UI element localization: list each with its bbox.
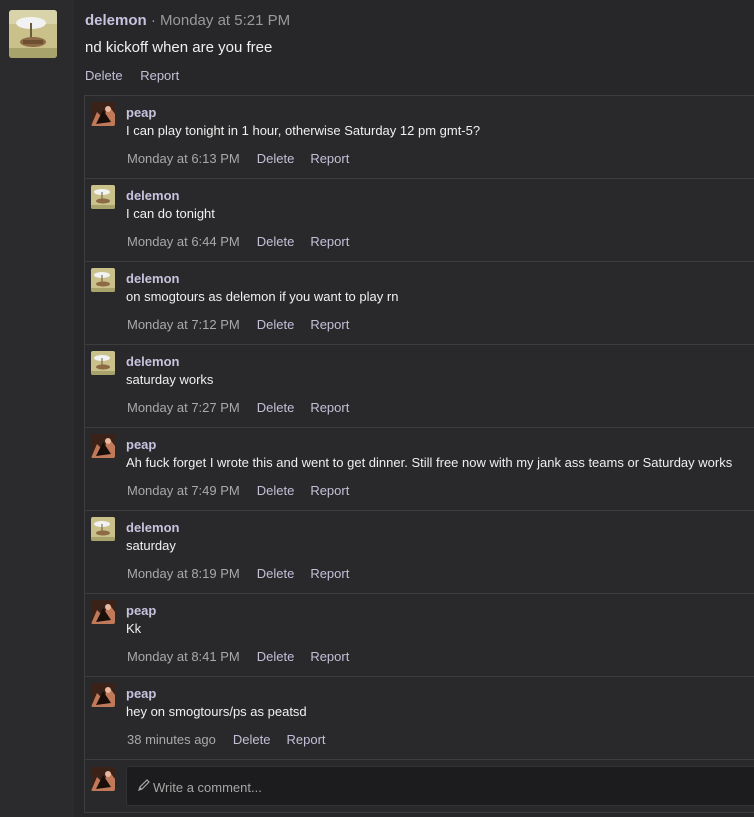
- comment-delete-link[interactable]: Delete: [233, 732, 271, 747]
- comment-delete-link[interactable]: Delete: [257, 566, 295, 581]
- delemon-avatar[interactable]: [91, 268, 115, 292]
- peap-avatar[interactable]: [91, 600, 115, 624]
- comment-item: peap hey on smogtours/ps as peatsd 38 minu…: [85, 677, 754, 760]
- comment-compose-box[interactable]: [126, 766, 754, 807]
- comment-meta: Monday at 6:13 PM Delete Report: [127, 151, 365, 166]
- compose-row: [85, 760, 754, 812]
- comment-list: peap I can play tonight in 1 hour, otherw…: [84, 95, 754, 813]
- comment-text: Kk: [126, 621, 142, 636]
- comment-time[interactable]: Monday at 8:19 PM: [127, 566, 240, 581]
- comment-item: peap I can play tonight in 1 hour, otherw…: [85, 96, 754, 179]
- comment-time[interactable]: Monday at 7:27 PM: [127, 400, 240, 415]
- comment-text: Ah fuck forget I wrote this and went to …: [126, 455, 733, 470]
- comment-text: on smogtours as delemon if you want to p…: [126, 289, 399, 304]
- comment-report-link[interactable]: Report: [310, 317, 349, 332]
- comment-author[interactable]: delemon: [126, 271, 179, 286]
- comment-time[interactable]: Monday at 7:49 PM: [127, 483, 240, 498]
- comment-report-link[interactable]: Report: [310, 566, 349, 581]
- comment-text: I can play tonight in 1 hour, otherwise …: [126, 123, 481, 138]
- comment-author[interactable]: peap: [126, 686, 156, 701]
- comment-item: delemon on smogtours as delemon if you wa…: [85, 262, 754, 345]
- delemon-avatar[interactable]: [9, 10, 57, 58]
- comment-delete-link[interactable]: Delete: [257, 400, 295, 415]
- comment-report-link[interactable]: Report: [310, 400, 349, 415]
- peap-avatar[interactable]: [91, 102, 115, 126]
- comment-time[interactable]: Monday at 6:44 PM: [127, 234, 240, 249]
- comment-report-link[interactable]: Report: [286, 732, 325, 747]
- post-header: delemon · Monday at 5:21 PM: [85, 12, 290, 29]
- comment-meta: Monday at 8:41 PM Delete Report: [127, 649, 365, 664]
- left-sidebar: [0, 0, 74, 817]
- comment-author[interactable]: delemon: [126, 354, 179, 369]
- post-delete-link[interactable]: Delete: [85, 68, 123, 83]
- comment-meta: Monday at 6:44 PM Delete Report: [127, 234, 365, 249]
- comment-item: peap Ah fuck forget I wrote this and went…: [85, 428, 754, 511]
- comment-delete-link[interactable]: Delete: [257, 317, 295, 332]
- comment-item: delemon saturday works Monday at 7:27 PM De…: [85, 345, 754, 428]
- comment-text: hey on smogtours/ps as peatsd: [126, 704, 307, 719]
- comment-delete-link[interactable]: Delete: [257, 483, 295, 498]
- post-time[interactable]: Monday at 5:21 PM: [160, 12, 290, 29]
- comment-item: peap Kk Monday at 8:41 PM Delete Report: [85, 594, 754, 677]
- comment-time[interactable]: Monday at 7:12 PM: [127, 317, 240, 332]
- post-text: nd kickoff when are you free: [85, 39, 273, 56]
- comment-report-link[interactable]: Report: [310, 234, 349, 249]
- comment-meta: Monday at 8:19 PM Delete Report: [127, 566, 365, 581]
- comment-time[interactable]: Monday at 6:13 PM: [127, 151, 240, 166]
- peap-avatar[interactable]: [91, 434, 115, 458]
- peap-avatar[interactable]: [91, 767, 115, 791]
- comment-delete-link[interactable]: Delete: [257, 234, 295, 249]
- delemon-avatar[interactable]: [91, 351, 115, 375]
- comment-author[interactable]: peap: [126, 603, 156, 618]
- post-actions: Delete Report: [85, 68, 193, 83]
- comment-meta: 38 minutes ago Delete Report: [127, 732, 342, 747]
- post-author[interactable]: delemon: [85, 12, 147, 29]
- comment-delete-link[interactable]: Delete: [257, 151, 295, 166]
- delemon-avatar[interactable]: [91, 185, 115, 209]
- delemon-avatar[interactable]: [91, 517, 115, 541]
- comment-item: delemon I can do tonight Monday at 6:44 PM…: [85, 179, 754, 262]
- comment-author[interactable]: peap: [126, 105, 156, 120]
- comment-time[interactable]: Monday at 8:41 PM: [127, 649, 240, 664]
- comment-report-link[interactable]: Report: [310, 151, 349, 166]
- comment-author[interactable]: delemon: [126, 188, 179, 203]
- peap-avatar[interactable]: [91, 683, 115, 707]
- comment-item: delemon saturday Monday at 8:19 PM Delete Re…: [85, 511, 754, 594]
- comment-time[interactable]: 38 minutes ago: [127, 732, 216, 747]
- comment-report-link[interactable]: Report: [310, 649, 349, 664]
- comment-delete-link[interactable]: Delete: [257, 649, 295, 664]
- comment-text: I can do tonight: [126, 206, 215, 221]
- comment-author[interactable]: delemon: [126, 520, 179, 535]
- comment-report-link[interactable]: Report: [310, 483, 349, 498]
- comment-text: saturday: [126, 538, 176, 553]
- comment-meta: Monday at 7:49 PM Delete Report: [127, 483, 365, 498]
- comment-text: saturday works: [126, 372, 214, 387]
- comment-input[interactable]: [127, 767, 754, 807]
- comment-meta: Monday at 7:12 PM Delete Report: [127, 317, 365, 332]
- comment-meta: Monday at 7:27 PM Delete Report: [127, 400, 365, 415]
- comment-author[interactable]: peap: [126, 437, 156, 452]
- separator: ·: [150, 12, 156, 29]
- post-report-link[interactable]: Report: [140, 68, 179, 83]
